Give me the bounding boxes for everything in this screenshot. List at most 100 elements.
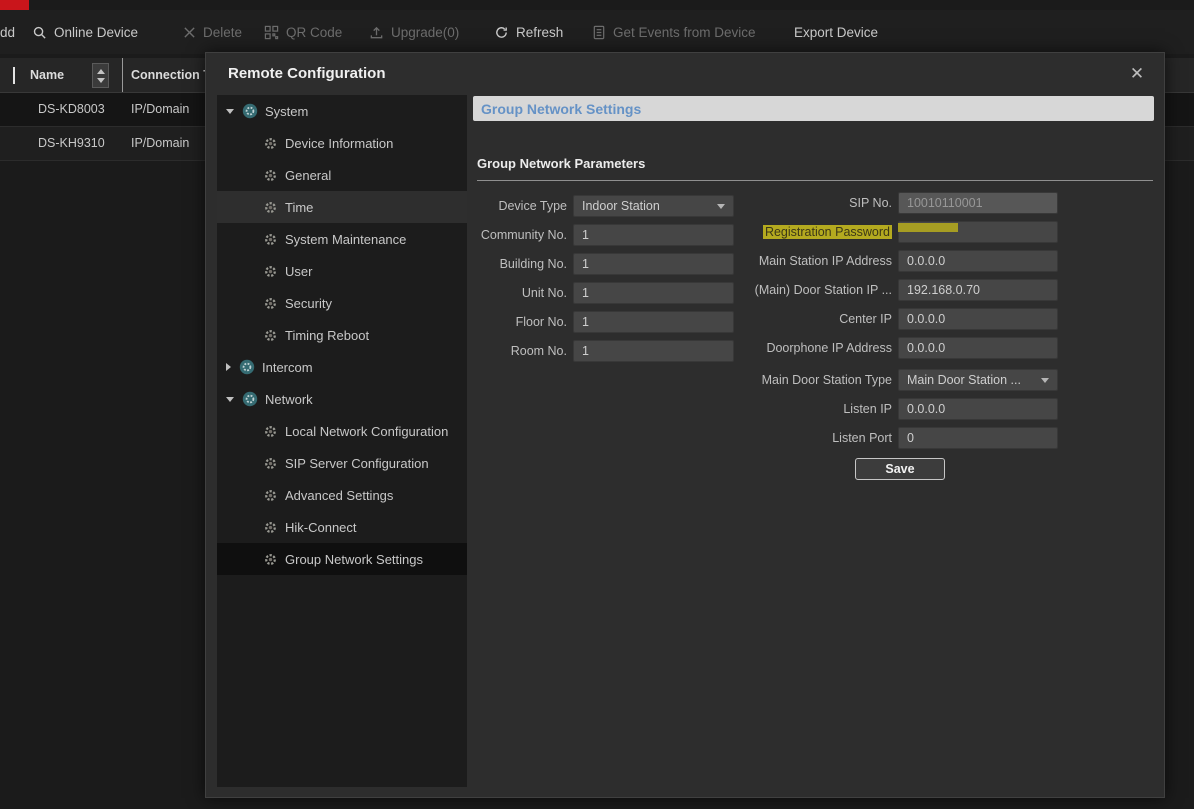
- tree-item-general[interactable]: General: [217, 159, 467, 191]
- sort-down-icon: [97, 78, 105, 83]
- listen-ip-input[interactable]: 0.0.0.0: [898, 398, 1058, 420]
- field-label: (Main) Door Station IP ...: [686, 279, 892, 301]
- device-name-cell: DS-KH9310: [38, 127, 105, 160]
- delete-button[interactable]: Delete: [183, 10, 242, 54]
- content-header-title: Group Network Settings: [481, 101, 641, 117]
- tree-item-label: Device Information: [285, 136, 393, 151]
- toolbar-label: QR Code: [286, 25, 342, 40]
- content-header-bar: Group Network Settings: [473, 96, 1154, 121]
- toolbar-label: Refresh: [516, 25, 563, 40]
- gear-icon: [262, 487, 278, 503]
- gear-icon: [262, 519, 278, 535]
- toolbar-label: Online Device: [54, 25, 138, 40]
- close-icon[interactable]: ✕: [1124, 53, 1150, 95]
- tree-item-label: Group Network Settings: [285, 552, 423, 567]
- highlighted-label: Registration Password: [763, 225, 892, 239]
- refresh-button[interactable]: Refresh: [494, 10, 563, 54]
- chevron-down-icon: [1041, 378, 1049, 383]
- gear-icon: [262, 551, 278, 567]
- toolbar-label: Upgrade(0): [391, 25, 459, 40]
- search-icon: [32, 25, 47, 40]
- app-window: dd Online Device Delete QR Code Upgrade(…: [0, 0, 1194, 809]
- main-door-station-type-select[interactable]: Main Door Station ...: [898, 369, 1058, 391]
- field-value: 0.0.0.0: [907, 254, 945, 268]
- sort-up-icon: [97, 69, 105, 74]
- field-label: Listen IP: [686, 398, 892, 420]
- form-row: Center IP 0.0.0.0: [206, 308, 1164, 330]
- form-row: Listen IP 0.0.0.0: [206, 398, 1164, 420]
- form-row: Doorphone IP Address 0.0.0.0: [206, 337, 1164, 359]
- field-label: Doorphone IP Address: [686, 337, 892, 359]
- doorphone-ip-input[interactable]: 0.0.0.0: [898, 337, 1058, 359]
- tree-item-sip-server-configuration[interactable]: SIP Server Configuration: [217, 447, 467, 479]
- tree-item-label: System: [265, 104, 308, 119]
- column-header-name[interactable]: Name: [30, 58, 64, 92]
- record-accent-bar: [0, 0, 29, 10]
- sip-no-input: 10010110001: [898, 192, 1058, 214]
- divider: [477, 180, 1153, 181]
- door-station-ip-input[interactable]: 192.168.0.70: [898, 279, 1058, 301]
- listen-port-input[interactable]: 0: [898, 427, 1058, 449]
- export-device-button[interactable]: Export Device: [794, 10, 878, 54]
- online-device-button[interactable]: Online Device: [32, 10, 138, 54]
- upload-icon: [369, 25, 384, 40]
- field-label: Listen Port: [686, 427, 892, 449]
- toolbar-label: Export Device: [794, 25, 878, 40]
- header-tick: [13, 67, 15, 84]
- device-connection-cell: IP/Domain: [131, 93, 189, 126]
- module-gears-icon: [242, 103, 258, 119]
- tree-item-label: Advanced Settings: [285, 488, 393, 503]
- field-label: Center IP: [686, 308, 892, 330]
- main-toolbar: dd Online Device Delete QR Code Upgrade(…: [0, 10, 1194, 54]
- tree-item-label: General: [285, 168, 331, 183]
- tree-item-label: Hik-Connect: [285, 520, 357, 535]
- highlight-mark: [898, 223, 958, 232]
- add-device-button-partial[interactable]: dd: [0, 10, 15, 54]
- tree-item-device-information[interactable]: Device Information: [217, 127, 467, 159]
- refresh-icon: [494, 25, 509, 40]
- close-icon: [183, 26, 196, 39]
- gear-icon: [262, 135, 278, 151]
- tree-item-label: SIP Server Configuration: [285, 456, 429, 471]
- section-title: Group Network Parameters: [477, 156, 645, 171]
- form-row: Registration Password: [206, 221, 1164, 243]
- get-events-button[interactable]: Get Events from Device: [592, 10, 756, 54]
- qr-code-icon: [264, 25, 279, 40]
- form-row: Listen Port 0: [206, 427, 1164, 449]
- toolbar-label: Delete: [203, 25, 242, 40]
- field-value: 192.168.0.70: [907, 283, 980, 297]
- document-icon: [592, 25, 606, 40]
- main-station-ip-input[interactable]: 0.0.0.0: [898, 250, 1058, 272]
- form-row: (Main) Door Station IP ... 192.168.0.70: [206, 279, 1164, 301]
- tree-item-group-network-settings[interactable]: Group Network Settings: [217, 543, 467, 575]
- device-name-cell: DS-KD8003: [38, 93, 105, 126]
- upgrade-button[interactable]: Upgrade(0): [369, 10, 459, 54]
- device-connection-cell: IP/Domain: [131, 127, 189, 160]
- gear-icon: [262, 455, 278, 471]
- toolbar-label: Get Events from Device: [613, 25, 756, 40]
- form-row: Main Door Station Type Main Door Station…: [206, 369, 1164, 391]
- tree-item-advanced-settings[interactable]: Advanced Settings: [217, 479, 467, 511]
- form-row: Main Station IP Address 0.0.0.0: [206, 250, 1164, 272]
- sort-control[interactable]: [92, 63, 109, 88]
- field-value: 0.0.0.0: [907, 402, 945, 416]
- form-row: SIP No. 10010110001: [206, 192, 1164, 214]
- field-label: Main Station IP Address: [686, 250, 892, 272]
- dialog-title: Remote Configuration: [228, 53, 386, 95]
- field-label: Registration Password: [686, 221, 892, 243]
- save-button[interactable]: Save: [855, 458, 945, 480]
- field-value: 10010110001: [907, 196, 983, 210]
- tree-item-system[interactable]: System: [217, 95, 467, 127]
- qr-code-button[interactable]: QR Code: [264, 10, 342, 54]
- field-value: 0.0.0.0: [907, 341, 945, 355]
- field-value: Main Door Station ...: [907, 373, 1021, 387]
- gear-icon: [262, 167, 278, 183]
- field-label: Main Door Station Type: [686, 369, 892, 391]
- center-ip-input[interactable]: 0.0.0.0: [898, 308, 1058, 330]
- field-value: 0.0.0.0: [907, 312, 945, 326]
- column-divider: [122, 58, 123, 92]
- remote-configuration-dialog: Remote Configuration ✕ System Device Inf…: [205, 52, 1165, 798]
- field-label: SIP No.: [686, 192, 892, 214]
- toolbar-label: dd: [0, 25, 15, 40]
- tree-item-hik-connect[interactable]: Hik-Connect: [217, 511, 467, 543]
